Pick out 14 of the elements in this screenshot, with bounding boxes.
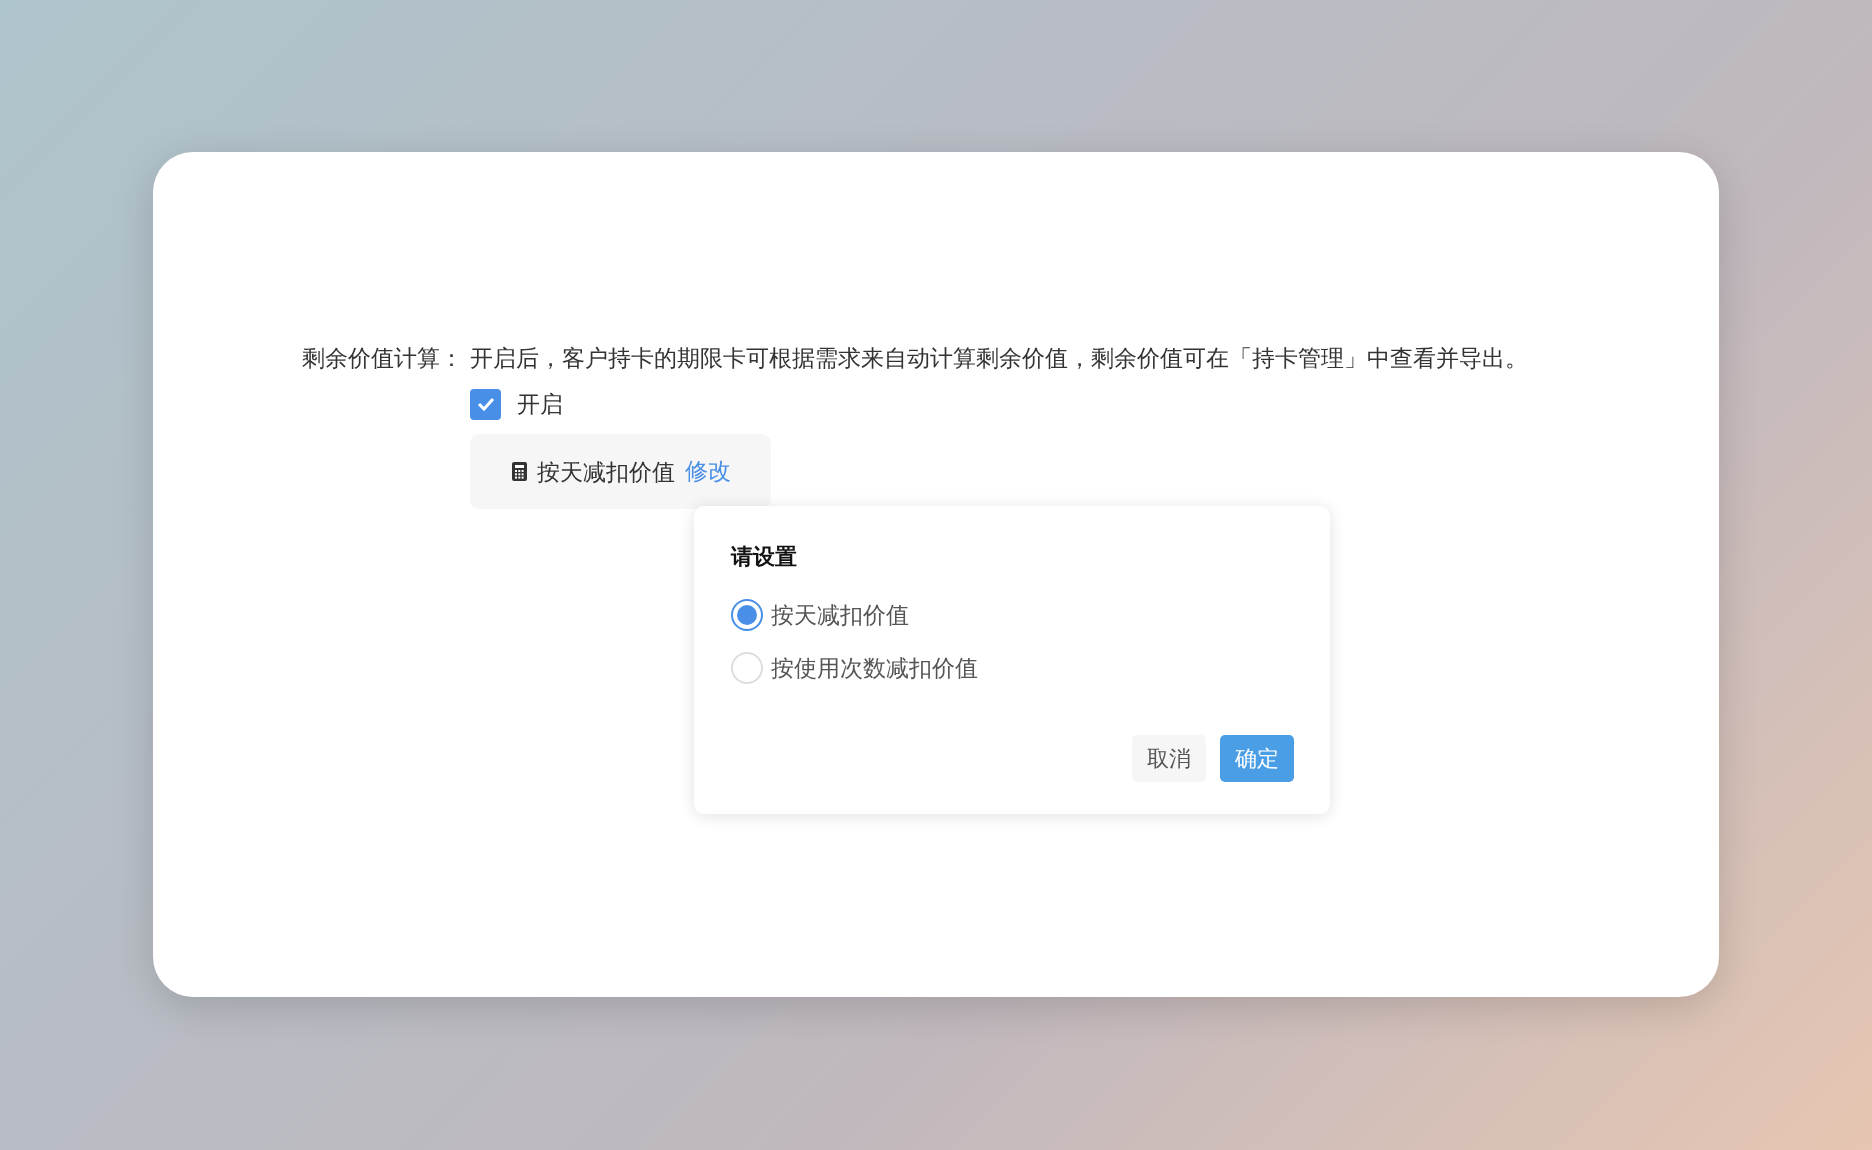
checkbox-label: 开启	[517, 390, 563, 419]
cancel-button[interactable]: 取消	[1132, 735, 1206, 782]
radio-button[interactable]	[731, 599, 763, 631]
radio-label: 按天减扣价值	[771, 601, 909, 630]
setting-description: 开启后，客户持卡的期限卡可根据需求来自动计算剩余价值，剩余价值可在「持卡管理」中查看并导出。	[470, 344, 1529, 373]
checkbox[interactable]	[470, 388, 501, 420]
confirm-button[interactable]: 确定	[1220, 735, 1294, 782]
method-value: 按天减扣价值	[537, 457, 675, 487]
popover-title: 请设置	[731, 543, 797, 571]
setting-label: 剩余价值计算：	[302, 344, 464, 373]
edit-link[interactable]: 修改	[685, 456, 731, 487]
radio-label: 按使用次数减扣价值	[771, 654, 978, 683]
calculator-icon	[512, 462, 527, 481]
check-icon	[476, 397, 495, 411]
